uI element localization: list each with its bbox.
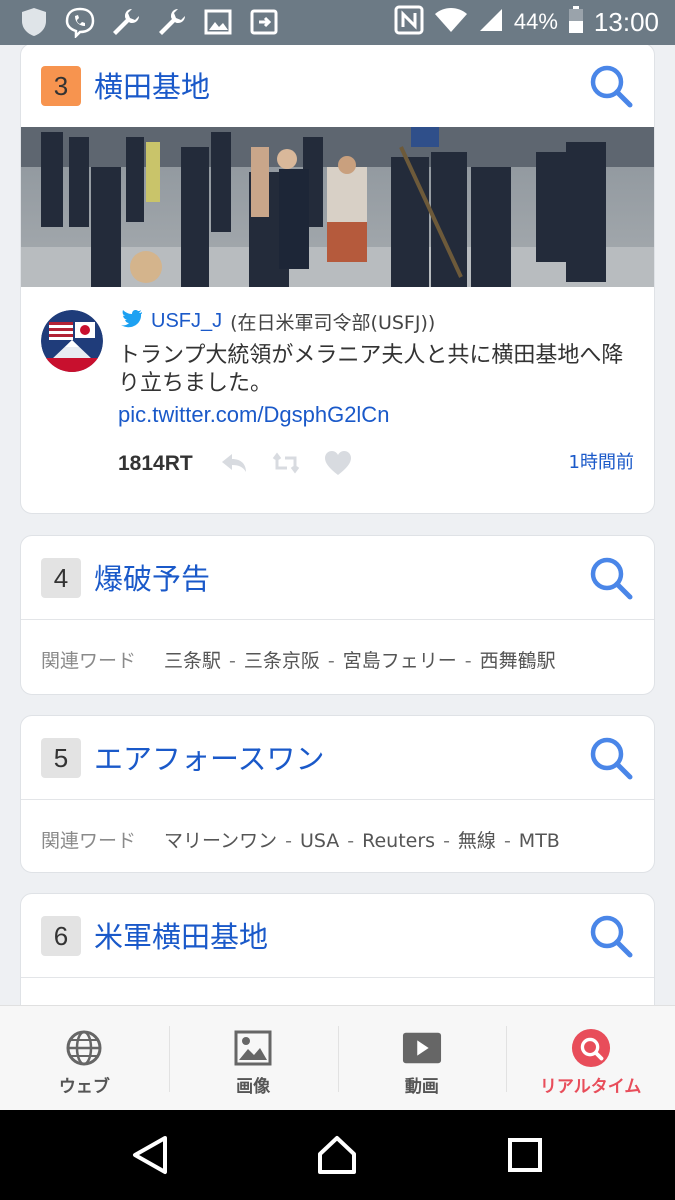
related-word-link[interactable]: 三条駅	[164, 650, 221, 672]
retweet-icon[interactable]	[271, 448, 301, 478]
trend-list[interactable]: 3 横田基地 USFJ_J (在日米軍司令部(USFJ)) トランプ大統領がメラ…	[0, 45, 675, 1005]
trend-header: 4 爆破予告	[21, 536, 654, 618]
trend-card: 6 米軍横田基地	[20, 893, 655, 1005]
realtime-search-icon	[571, 1028, 611, 1068]
related-label: 関連ワード	[41, 830, 137, 852]
signal-icon	[478, 7, 504, 37]
related-word-link[interactable]: マリーンワン	[164, 830, 277, 852]
system-status: 44% 13:00	[394, 5, 659, 39]
rank-badge: 3	[41, 66, 81, 106]
divider	[21, 799, 654, 800]
cast-icon	[248, 6, 280, 38]
rank-badge: 4	[41, 558, 81, 598]
tab-images[interactable]: 画像	[168, 1006, 338, 1110]
globe-icon	[64, 1028, 104, 1068]
image-icon	[202, 6, 234, 38]
like-icon[interactable]	[323, 448, 353, 478]
tweet-photo[interactable]	[21, 127, 654, 287]
system-navigation-bar	[0, 1110, 675, 1200]
wrench-icon	[156, 6, 188, 38]
trend-keyword-link[interactable]: 横田基地	[94, 64, 210, 106]
recents-icon[interactable]	[502, 1132, 548, 1178]
retweet-count: 1814RT	[118, 452, 193, 475]
tweet-text: トランプ大統領がメラニア夫人と共に横田基地へ降り立ちました。	[118, 343, 624, 396]
trend-header: 3 横田基地	[21, 45, 654, 126]
tab-label: リアルタイム	[539, 1077, 642, 1097]
tweet-username[interactable]: USFJ_J	[151, 310, 222, 333]
search-icon[interactable]	[588, 555, 634, 601]
related-word-link[interactable]: 三条京阪	[244, 650, 320, 672]
tweet-display-name: (在日米軍司令部(USFJ))	[230, 312, 436, 334]
tab-web[interactable]: ウェブ	[0, 1006, 169, 1110]
battery-icon	[568, 6, 584, 38]
reply-icon[interactable]	[219, 448, 249, 478]
trend-keyword-link[interactable]: エアフォースワン	[94, 736, 325, 778]
divider	[21, 619, 654, 620]
trend-keyword-link[interactable]: 米軍横田基地	[94, 914, 268, 956]
related-word-link[interactable]: 無線	[458, 830, 496, 852]
twitter-bird-icon	[121, 310, 143, 333]
rank-badge: 5	[41, 738, 81, 778]
related-words: 関連ワード 三条駅 - 三条京阪 - 宮島フェリー - 西舞鶴駅	[41, 650, 556, 672]
tweet-actions	[219, 448, 353, 478]
related-word-link[interactable]: 西舞鶴駅	[480, 650, 556, 672]
trend-card: 5 エアフォースワン 関連ワード マリーンワン - USA - Reuters - 無線 - MT…	[20, 715, 655, 873]
trend-card: 4 爆破予告 関連ワード 三条駅 - 三条京阪 - 宮島フェリー - 西舞鶴駅	[20, 535, 655, 695]
trend-card: 3 横田基地 USFJ_J (在日米軍司令部(USFJ)) トランプ大統領がメラ…	[20, 45, 655, 514]
related-label: 関連ワード	[41, 650, 137, 672]
related-word-link[interactable]: USA	[300, 830, 339, 852]
back-icon[interactable]	[127, 1132, 173, 1178]
bottom-tab-bar: ウェブ 画像 動画 リアルタイム	[0, 1005, 675, 1110]
shield-icon	[18, 6, 50, 38]
home-icon[interactable]	[314, 1132, 360, 1178]
divider	[21, 977, 654, 978]
tab-realtime[interactable]: リアルタイム	[506, 1006, 675, 1110]
wifi-icon	[434, 6, 468, 38]
related-word-link[interactable]: Reuters	[362, 830, 435, 852]
search-icon[interactable]	[588, 913, 634, 959]
related-words: 関連ワード マリーンワン - USA - Reuters - 無線 - MTB	[41, 830, 560, 852]
battery-percentage: 44%	[513, 9, 558, 34]
tab-label: ウェブ	[58, 1077, 110, 1097]
tweet-time[interactable]: 1時間前	[569, 448, 634, 474]
status-bar: 44% 13:00	[0, 0, 675, 45]
tab-label: 画像	[236, 1077, 271, 1097]
related-word-link[interactable]: 宮島フェリー	[343, 650, 457, 672]
wrench-icon	[110, 6, 142, 38]
tweet-link[interactable]: pic.twitter.com/DgsphG2lCn	[118, 402, 389, 428]
trend-keyword-link[interactable]: 爆破予告	[94, 556, 210, 598]
play-icon	[402, 1028, 442, 1068]
tweet-header: USFJ_J (在日米軍司令部(USFJ))	[121, 308, 435, 335]
notification-icons	[18, 6, 280, 38]
clock: 13:00	[593, 6, 659, 37]
search-icon[interactable]	[588, 63, 634, 109]
nfc-icon	[394, 5, 424, 39]
tab-label: 動画	[404, 1077, 439, 1097]
trend-header: 5 エアフォースワン	[21, 716, 654, 798]
tweet-avatar[interactable]	[41, 310, 103, 372]
image-icon	[233, 1028, 273, 1068]
tab-video[interactable]: 動画	[337, 1006, 507, 1110]
trend-header: 6 米軍横田基地	[21, 894, 654, 976]
related-word-link[interactable]: MTB	[519, 830, 560, 852]
viber-icon	[64, 6, 96, 38]
search-icon[interactable]	[588, 735, 634, 781]
rank-badge: 6	[41, 916, 81, 956]
